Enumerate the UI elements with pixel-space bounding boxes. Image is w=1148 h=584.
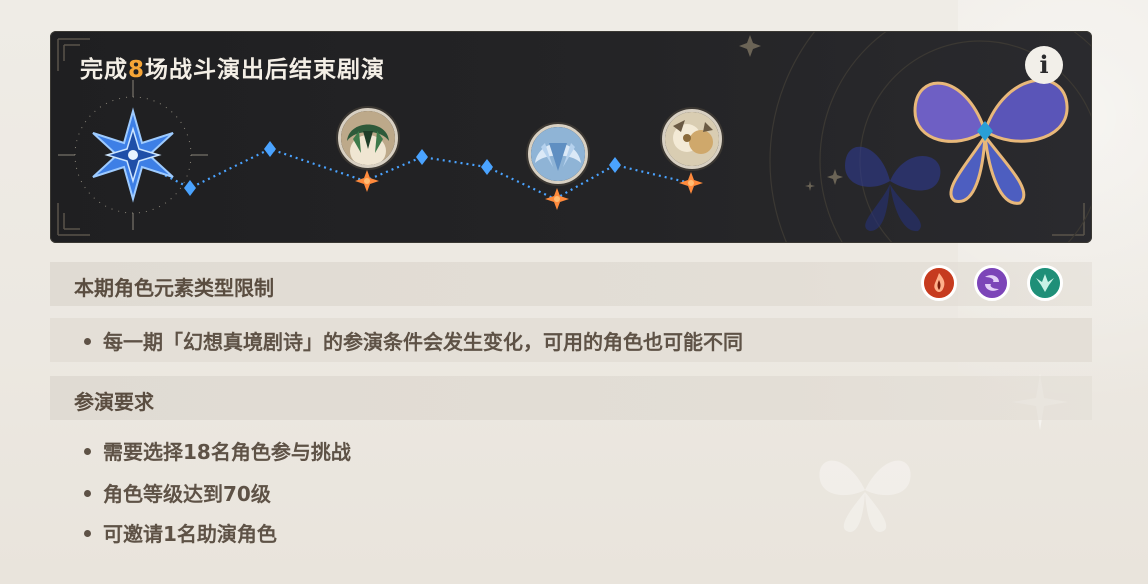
requirements-title: 参演要求	[74, 390, 154, 414]
notice-item: 每一期「幻想真境剧诗」的参演条件会发生变化，可用的角色也可能不同	[84, 326, 743, 355]
pyro-icon	[921, 265, 957, 301]
element-limit-title: 本期角色元素类型限制	[74, 276, 274, 300]
requirement-text: 需要选择18名角色参与挑战	[103, 440, 351, 464]
requirement-text: 角色等级达到70级	[103, 482, 271, 506]
bullet-icon	[84, 448, 91, 455]
character-avatar-green	[338, 108, 398, 168]
banner-title-suffix: 场战斗演出后结束剧演	[145, 57, 386, 83]
bullet-icon	[84, 490, 91, 497]
info-icon[interactable]: i	[1025, 46, 1063, 84]
anemo-icon	[1027, 265, 1063, 301]
requirement-item: 角色等级达到70级	[84, 478, 271, 507]
battle-count: 8	[128, 57, 146, 83]
requirement-text: 可邀请1名助演角色	[103, 522, 277, 546]
notice-text: 每一期「幻想真境剧诗」的参演条件会发生变化，可用的角色也可能不同	[103, 330, 743, 354]
bullet-icon	[84, 338, 91, 345]
requirement-item: 可邀请1名助演角色	[84, 518, 277, 547]
electro-icon	[974, 265, 1010, 301]
challenge-banner: 完成8场战斗演出后结束剧演 i	[50, 31, 1092, 243]
requirement-item: 需要选择18名角色参与挑战	[84, 436, 351, 465]
butterfly-watermark-icon	[819, 460, 911, 532]
banner-title-prefix: 完成	[80, 57, 128, 83]
element-limit-header: 本期角色元素类型限制	[50, 262, 1092, 306]
character-avatar-cream	[662, 109, 722, 169]
requirements-header: 参演要求	[50, 376, 1092, 420]
character-avatar-blue	[528, 124, 588, 184]
element-limit-notice: 每一期「幻想真境剧诗」的参演条件会发生变化，可用的角色也可能不同	[50, 318, 1092, 362]
banner-title: 完成8场战斗演出后结束剧演	[80, 50, 385, 84]
bullet-icon	[84, 530, 91, 537]
